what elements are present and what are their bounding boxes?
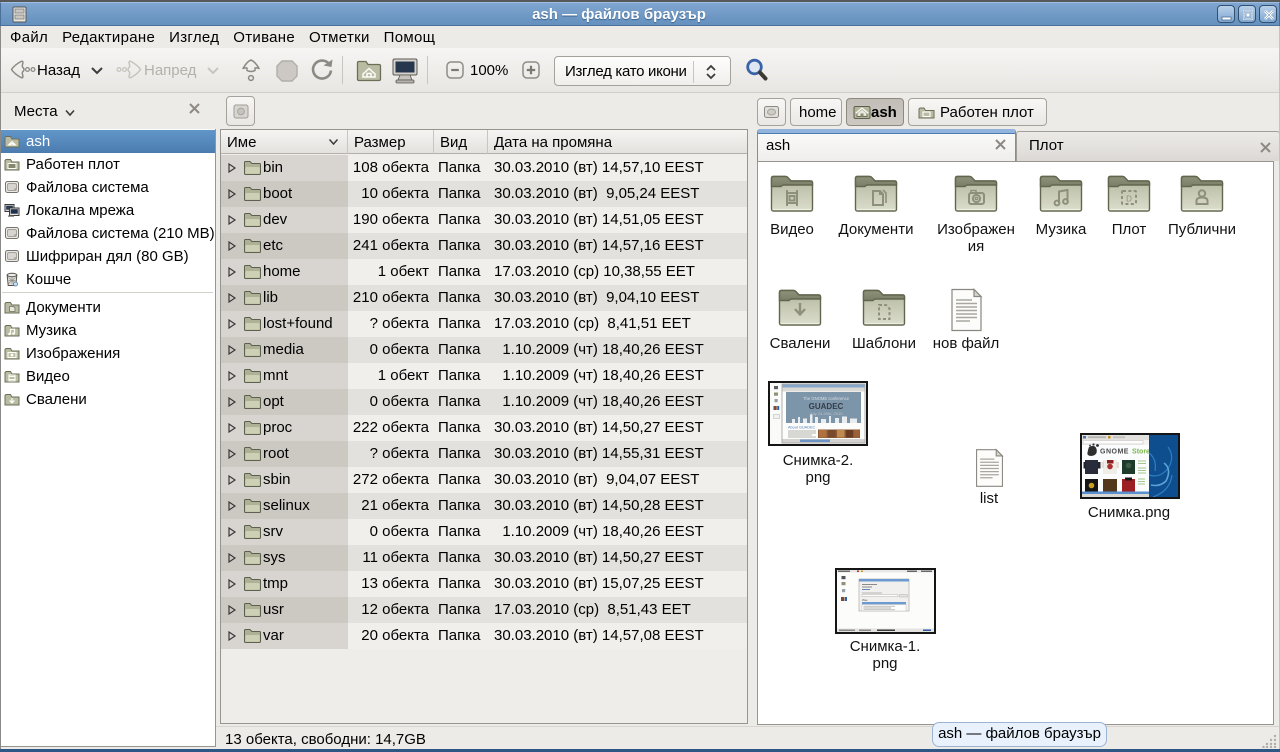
svg-text:D: D [1126, 195, 1132, 204]
svg-text:July 24-30th, 2010: July 24-30th, 2010 [810, 411, 844, 416]
svg-text:GNOME: GNOME [1100, 449, 1129, 456]
svg-text:GUADEC: GUADEC [809, 402, 844, 411]
svg-text:About GUADEC: About GUADEC [788, 426, 815, 430]
svg-text:The GNOME conference: The GNOME conference [803, 396, 850, 401]
svg-text:Store: Store [1132, 449, 1150, 456]
svg-text:Име: Име [862, 598, 868, 602]
